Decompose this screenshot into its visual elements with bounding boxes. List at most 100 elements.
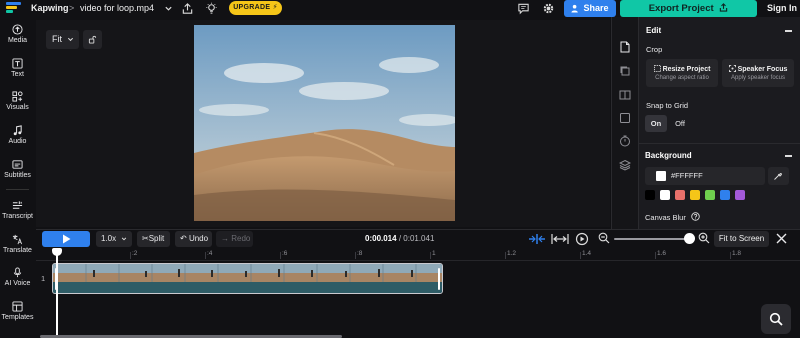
close-icon[interactable] (776, 233, 787, 244)
text-icon (12, 58, 23, 69)
chevron-down-icon[interactable] (164, 4, 173, 13)
video-preview[interactable] (194, 25, 455, 221)
speaker-focus-subtitle: Apply speaker focus (730, 75, 786, 81)
sidebar-item-visuals[interactable]: Visuals (0, 91, 35, 111)
background-color-swatch[interactable] (656, 171, 666, 181)
redo-label: Redo (231, 234, 251, 243)
color-swatch-blue[interactable] (720, 190, 730, 200)
snap-off-toggle[interactable]: Off (672, 115, 688, 132)
sidebar-item-media[interactable]: Media (0, 24, 35, 44)
sidebar-item-label: Transcript (2, 213, 33, 220)
split-button[interactable]: ✂Split (137, 231, 170, 247)
timeline-ruler[interactable] (36, 249, 800, 261)
aspect-lock-button[interactable] (83, 30, 102, 49)
split-view-icon[interactable] (619, 89, 631, 101)
kapwing-logo-icon[interactable] (6, 2, 21, 14)
top-bar: Kapwing > video for loop.mp4 UPGRADE ⚡ S… (0, 0, 800, 17)
zoom-in-icon[interactable] (698, 232, 710, 244)
document-icon[interactable] (619, 41, 631, 53)
brand-link[interactable]: Kapwing (31, 3, 69, 13)
sidebar-divider (6, 189, 29, 190)
fit-to-screen-button[interactable]: Fit to Screen (714, 231, 769, 247)
color-swatch-green[interactable] (705, 190, 715, 200)
search-button[interactable] (761, 304, 791, 334)
upgrade-button[interactable]: UPGRADE ⚡ (229, 1, 282, 15)
ruler-tick (280, 252, 281, 259)
panel-title: Edit (646, 26, 662, 35)
snap-on-toggle[interactable]: On (645, 115, 667, 132)
playhead[interactable] (56, 249, 58, 338)
share-button[interactable]: Share (564, 0, 616, 17)
playback-speed-dropdown[interactable]: 1.0x (96, 231, 132, 247)
subtitles-icon (12, 160, 23, 169)
sidebar-item-audio[interactable]: Audio (0, 125, 35, 145)
templates-icon (12, 301, 23, 312)
sidebar-item-label: Media (7, 37, 28, 44)
help-icon[interactable] (691, 212, 700, 221)
sidebar-item-subtitles[interactable]: Subtitles (0, 159, 35, 179)
panel-divider (638, 143, 800, 144)
sign-in-link[interactable]: Sign In (767, 3, 797, 13)
undo-label: Undo (188, 234, 209, 243)
timer-icon[interactable] (619, 135, 631, 147)
lightbulb-icon[interactable] (205, 2, 218, 15)
sidebar-item-ai-voice[interactable]: AI Voice (0, 267, 35, 287)
zoom-slider-handle[interactable] (684, 233, 695, 244)
collapse-icon[interactable] (785, 30, 792, 32)
sidebar-item-label: Visuals (6, 104, 29, 111)
layers-copy-icon[interactable] (619, 65, 631, 77)
play-button[interactable] (42, 231, 90, 247)
sidebar-item-transcript[interactable]: Transcript (0, 200, 35, 220)
crop-label: Crop (646, 45, 663, 54)
color-swatch-yellow[interactable] (690, 190, 700, 200)
speed-label: 1.0x (101, 234, 117, 243)
upgrade-label: UPGRADE (233, 4, 271, 11)
video-clip[interactable] (52, 263, 443, 294)
chevron-down-icon (121, 237, 127, 241)
person-add-icon (571, 4, 579, 13)
fit-label: Fit (52, 34, 62, 44)
upload-icon (12, 24, 23, 35)
redo-icon: → (221, 234, 229, 243)
undo-button[interactable]: ↶ Undo (175, 231, 212, 247)
fit-timeline-icon[interactable] (551, 233, 569, 245)
speaker-focus-button[interactable]: Speaker Focus Apply speaker focus (722, 59, 794, 87)
fit-dropdown[interactable]: Fit (46, 30, 79, 49)
stack-icon[interactable] (619, 159, 631, 171)
unlock-icon (88, 35, 97, 44)
sidebar-item-translate[interactable]: Translate (0, 234, 35, 254)
zoom-out-icon[interactable] (598, 232, 610, 244)
frame-icon[interactable] (619, 112, 631, 124)
export-icon (720, 3, 728, 12)
time-display: 0:00.014 / 0:01.041 (365, 234, 434, 243)
comment-icon[interactable] (517, 2, 530, 15)
loop-play-icon[interactable] (575, 232, 589, 246)
resize-project-button[interactable]: Resize Project Change aspect ratio (646, 59, 718, 87)
color-swatch-purple[interactable] (735, 190, 745, 200)
ruler-tick (505, 252, 506, 259)
desert-video-frame (194, 25, 455, 221)
collapse-icon[interactable] (785, 155, 792, 157)
clip-trim-handle-right[interactable] (438, 268, 440, 290)
color-swatch-black[interactable] (645, 190, 655, 200)
zoom-slider-track[interactable] (614, 238, 690, 240)
gear-icon[interactable] (542, 2, 555, 15)
chevron-down-icon (67, 37, 74, 42)
sidebar-item-text[interactable]: Text (0, 58, 35, 78)
export-project-button[interactable]: Export Project (620, 0, 757, 17)
track-number: 1 (41, 274, 46, 283)
ruler-tick-label: 1.4 (582, 250, 592, 257)
ruler-tick (355, 252, 356, 259)
current-time: 0:00.014 (365, 234, 397, 243)
color-swatch-white[interactable] (660, 190, 670, 200)
upload-icon[interactable] (181, 2, 194, 15)
redo-button[interactable]: → Redo (216, 231, 253, 247)
project-name[interactable]: video for loop.mp4 (80, 3, 154, 13)
ruler-tick (580, 252, 581, 259)
color-swatch-red[interactable] (675, 190, 685, 200)
sidebar-item-templates[interactable]: Templates (0, 301, 35, 321)
ruler-tick-label: 1.6 (657, 250, 667, 257)
eyedropper-button[interactable] (768, 167, 789, 185)
resize-icon (653, 65, 661, 72)
snap-icon[interactable] (528, 233, 546, 245)
